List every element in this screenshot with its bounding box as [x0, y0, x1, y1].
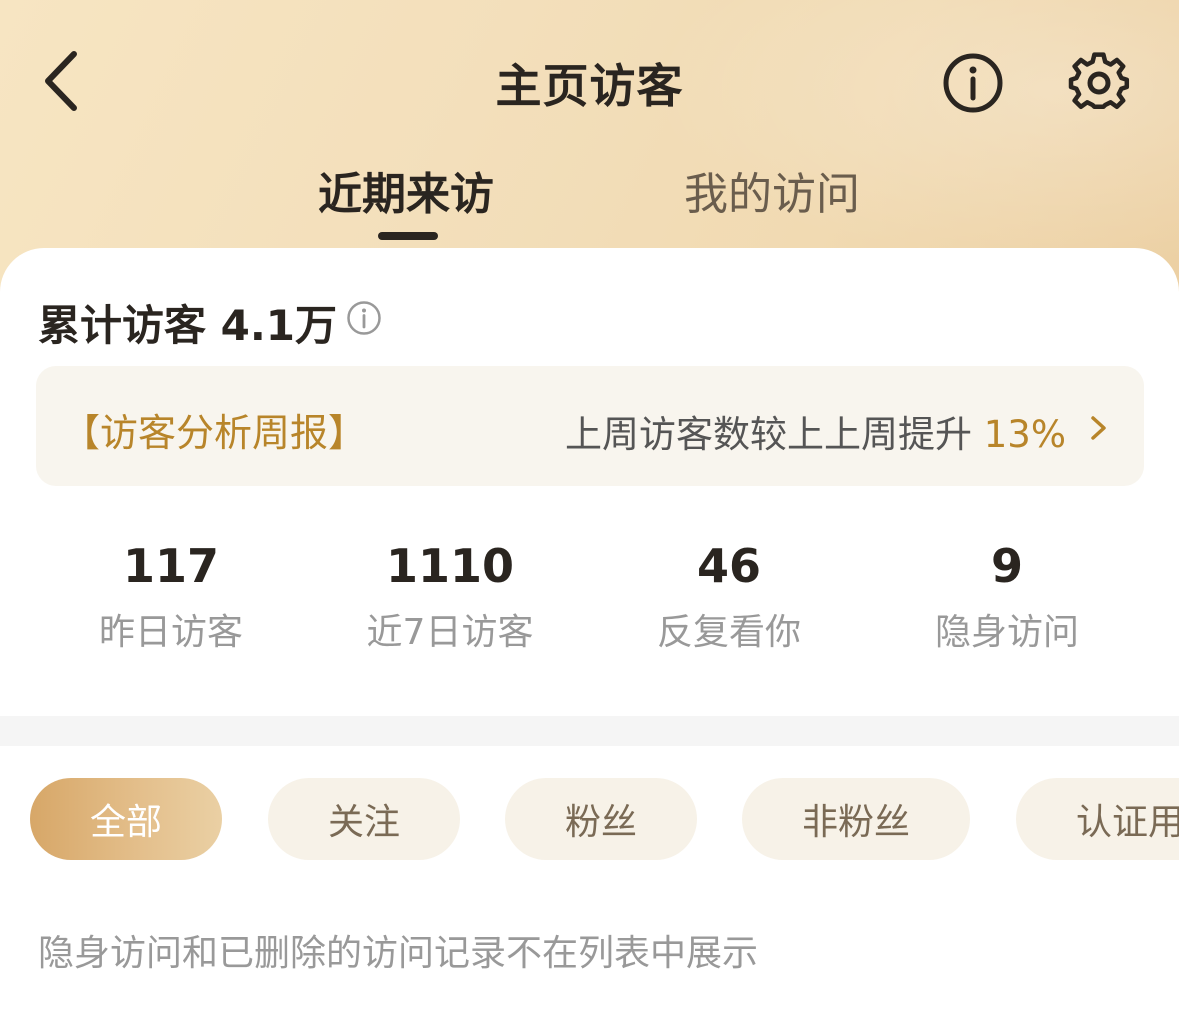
total-visitors-label: 累计访客 4.1万 — [38, 301, 338, 350]
weekly-report-description: 上周访客数较上上周提升 13% — [565, 404, 1066, 458]
tab-active-indicator — [378, 232, 438, 240]
stat-hidden-visits[interactable]: 9 隐身访问 — [868, 536, 1146, 656]
info-button[interactable] — [940, 50, 1006, 116]
section-divider — [0, 716, 1179, 746]
filter-chip-following[interactable]: 关注 — [268, 778, 460, 860]
settings-button[interactable] — [1066, 50, 1132, 116]
filter-chip-verified[interactable]: 认证用 — [1016, 778, 1179, 860]
stat-value: 9 — [990, 539, 1023, 593]
weekly-report-banner[interactable]: 【访客分析周报】 上周访客数较上上周提升 13% — [36, 366, 1144, 486]
info-icon[interactable] — [346, 300, 382, 336]
stat-value: 46 — [696, 539, 761, 593]
stat-value: 1110 — [385, 539, 515, 593]
weekly-report-percent: 13% — [983, 413, 1066, 456]
chevron-right-icon — [1091, 416, 1106, 440]
tab-my-visits[interactable]: 我的访问 — [684, 158, 860, 222]
weekly-report-title: 【访客分析周报】 — [62, 411, 367, 455]
tab-recent-visits[interactable]: 近期来访 — [318, 158, 494, 222]
stat-value: 117 — [122, 539, 220, 593]
filter-chip-all[interactable]: 全部 — [30, 778, 222, 860]
stat-yesterday-visitors[interactable]: 117 昨日访客 — [32, 536, 310, 656]
stat-label: 隐身访问 — [934, 612, 1079, 653]
list-footnote: 隐身访问和已删除的访问记录不在列表中展示 — [38, 933, 759, 974]
stat-label: 反复看你 — [656, 612, 801, 653]
filter-chip-non-fans[interactable]: 非粉丝 — [742, 778, 970, 860]
filter-chip-fans[interactable]: 粉丝 — [505, 778, 697, 860]
stat-label: 昨日访客 — [98, 612, 243, 653]
weekly-report-text: 上周访客数较上上周提升 — [564, 413, 972, 456]
info-icon — [943, 53, 1003, 113]
stat-repeat-visitors[interactable]: 46 反复看你 — [590, 536, 868, 656]
gear-icon — [1068, 52, 1130, 110]
stat-label: 近7日访客 — [366, 612, 534, 653]
stat-7day-visitors[interactable]: 1110 近7日访客 — [311, 536, 589, 656]
